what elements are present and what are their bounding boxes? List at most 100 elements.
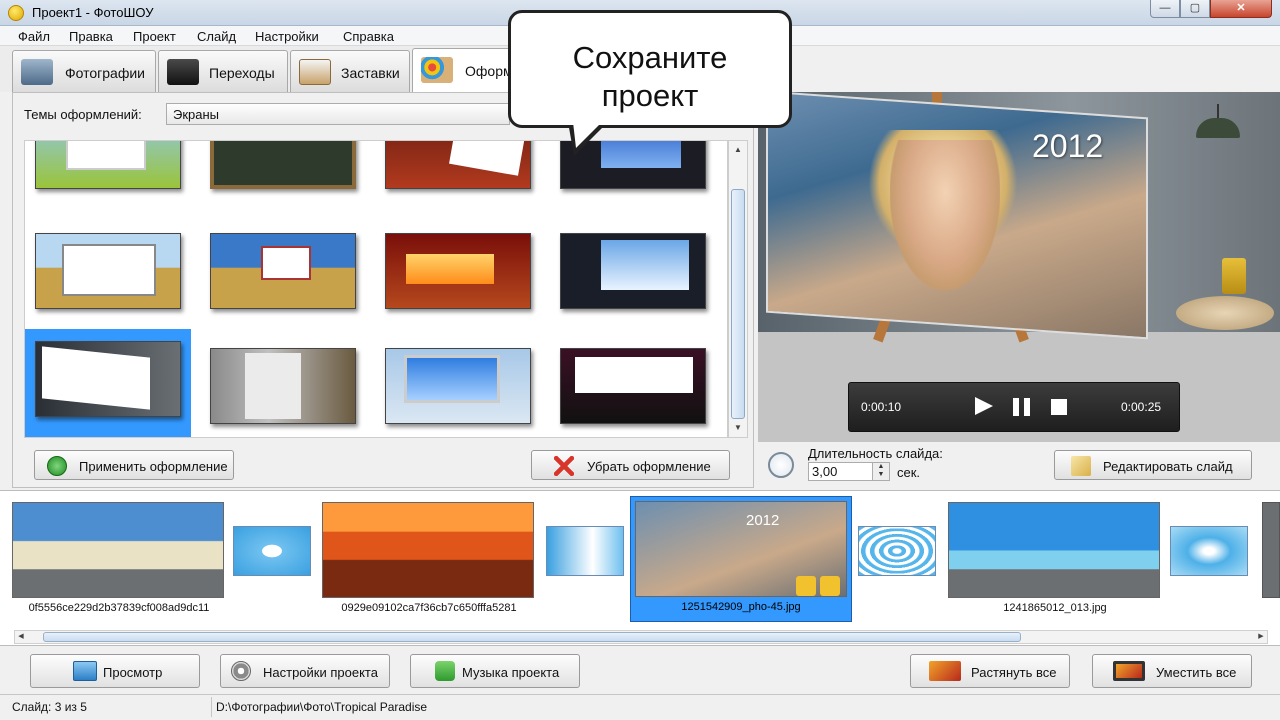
filmstrip-scroll-thumb[interactable] [43,632,1021,642]
menu-settings[interactable]: Настройки [255,29,319,44]
theme-thumb[interactable] [375,141,541,211]
theme-image [210,141,356,189]
gear-icon [231,661,251,681]
project-music-label: Музыка проекта [462,665,560,680]
theme-thumb[interactable] [200,141,366,211]
play-icon[interactable] [975,397,993,415]
theme-thumb[interactable] [550,221,716,331]
callout-line2: проект [601,78,699,113]
slide-item[interactable]: 1241865012_013.jpg [944,498,1166,622]
close-button[interactable]: ✕ [1210,0,1272,18]
themes-dropdown[interactable]: Экраны [166,103,510,125]
duration-stepper[interactable]: ▲ ▼ [872,463,889,480]
minimize-button[interactable]: — [1150,0,1180,18]
theme-image [210,233,356,309]
callout-line1: Сохраните [572,40,728,75]
transition-item[interactable] [546,526,624,576]
transition-item[interactable] [233,526,311,576]
project-music-button[interactable]: Музыка проекта [410,654,580,688]
check-icon [47,456,67,476]
slide-filename: 0929e09102ca7f36cb7c650fffa5281 [341,602,517,614]
fit-icon [1113,661,1145,681]
effect-badge-icon [820,576,840,596]
tab-intros[interactable]: Заставки [290,50,410,92]
preview-photo-person [890,140,1000,290]
theme-image [385,233,531,309]
preview-label: Просмотр [103,665,163,680]
app-icon [8,5,24,21]
theme-thumb[interactable] [25,141,191,211]
pause-icon[interactable] [1013,398,1031,416]
theme-image [385,348,531,424]
theme-thumb[interactable] [550,336,716,437]
slide-item-selected[interactable]: 2012 1251542909_pho-45.jpg [630,496,852,622]
menu-help[interactable]: Справка [343,29,394,44]
maximize-button[interactable]: ▢ [1180,0,1210,18]
brush-jar [1222,258,1246,294]
status-bar: Слайд: 3 из 5 D:\Фотографии\Фото\Tropica… [0,694,1280,720]
themes-scrollbar[interactable]: ▲ ▼ [728,140,748,438]
scroll-thumb[interactable] [731,189,745,419]
edit-slide-button[interactable]: Редактировать слайд [1054,450,1252,480]
scroll-left-icon[interactable]: ◀ [15,631,27,643]
theme-image [35,341,181,417]
slide-item-partial[interactable] [1262,502,1280,598]
transition-item[interactable] [1170,526,1248,576]
theme-thumb[interactable] [200,336,366,437]
preview-button[interactable]: Просмотр [30,654,200,688]
tab-transitions[interactable]: Переходы [158,50,288,92]
slide-year-text: 2012 [746,512,780,529]
lamp-icon [1196,104,1240,138]
slide-item[interactable]: 0f5556ce229d2b37839cf008ad9dc11 [8,498,230,622]
theme-thumb[interactable] [25,221,191,331]
theme-thumb[interactable] [375,221,541,331]
menu-file[interactable]: Файл [18,29,50,44]
transition-item[interactable] [858,526,936,576]
scroll-right-icon[interactable]: ▶ [1255,631,1267,643]
menu-edit[interactable]: Правка [69,29,113,44]
menu-project[interactable]: Проект [133,29,176,44]
remove-theme-button[interactable]: Убрать оформление [531,450,730,480]
save-project-callout: Сохраните проект [508,10,792,128]
slide-thumbnail [12,502,224,598]
duration-unit: сек. [897,465,921,480]
slide-item[interactable]: 0929e09102ca7f36cb7c650fffa5281 [318,498,540,622]
total-time: 0:00:25 [1121,400,1162,414]
duration-label: Длительность слайда: [808,446,943,461]
preview-year-text: 2012 [1032,128,1104,164]
slide-filename: 1241865012_013.jpg [1003,602,1107,614]
theme-image [35,233,181,309]
magic-hat-icon [167,59,199,85]
pencil-icon [1071,456,1091,476]
folder-path: D:\Фотографии\Фото\Tropical Paradise [216,700,428,714]
themes-label: Темы оформлений: [24,107,142,122]
tab-transitions-label: Переходы [209,65,275,81]
fit-all-button[interactable]: Уместить все [1092,654,1252,688]
menu-slide[interactable]: Слайд [197,29,236,44]
window-title: Проект1 - ФотоШОУ [32,5,154,20]
theme-thumb[interactable] [200,221,366,331]
monitor-icon [73,661,97,681]
scroll-down-icon[interactable]: ▼ [731,421,745,435]
tab-intros-label: Заставки [341,65,400,81]
apply-theme-label: Применить оформление [79,459,228,474]
apply-theme-button[interactable]: Применить оформление [34,450,234,480]
fit-all-label: Уместить все [1156,665,1237,680]
theme-image [385,141,531,189]
tab-photos[interactable]: Фотографии [12,50,156,92]
theme-thumb[interactable] [375,336,541,437]
scroll-up-icon[interactable]: ▲ [731,143,745,157]
stop-icon[interactable] [1051,399,1067,415]
palette-icon [421,57,453,83]
project-settings-button[interactable]: Настройки проекта [220,654,390,688]
tab-photos-label: Фотографии [65,65,146,81]
callout-text: Сохраните проект [511,39,789,115]
easel-icon [299,59,331,85]
stretch-all-button[interactable]: Растянуть все [910,654,1070,688]
theme-thumb-selected[interactable] [25,329,191,437]
camera-icon [21,59,53,85]
tab-design[interactable]: Оформ [412,48,513,92]
theme-image [210,348,356,424]
remove-theme-label: Убрать оформление [587,459,711,474]
filmstrip-scrollbar[interactable]: ◀ ▶ [14,630,1268,644]
